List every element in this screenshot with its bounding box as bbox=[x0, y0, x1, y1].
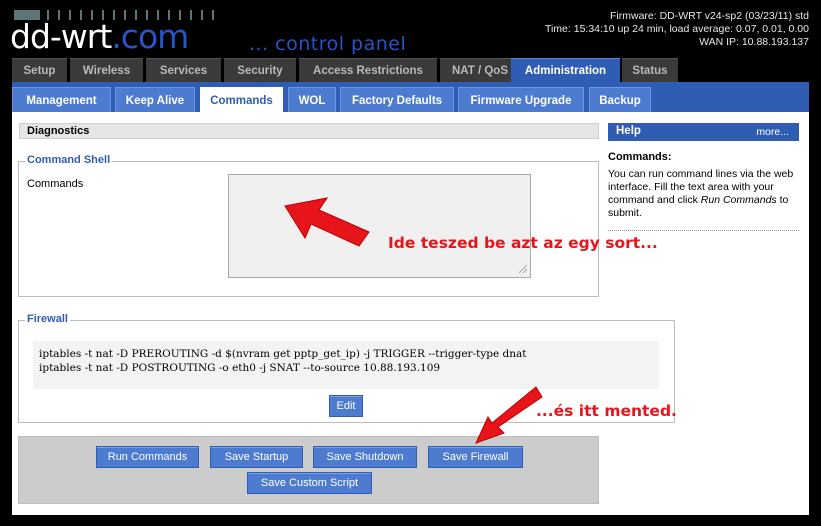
uptime-info: Time: 15:34:10 up 24 min, load average: … bbox=[544, 23, 809, 35]
help-more-link[interactable]: more... bbox=[756, 126, 789, 138]
subtab-management[interactable]: Management bbox=[12, 87, 111, 113]
tab-nat-qos[interactable]: NAT / QoS bbox=[440, 58, 520, 82]
red-arrow-icon bbox=[475, 386, 543, 444]
system-info: Firmware: DD-WRT v24-sp2 (03/23/11) std … bbox=[545, 10, 809, 49]
commands-label: Commands bbox=[27, 178, 84, 190]
logo-main-text: dd-wrt bbox=[10, 17, 112, 56]
red-arrow-icon bbox=[284, 197, 370, 247]
help-title: Help bbox=[616, 125, 641, 137]
header: dd-wrt.com ... control panel Firmware: D… bbox=[0, 0, 821, 56]
edit-button[interactable]: Edit bbox=[329, 395, 363, 417]
section-title-diagnostics: Diagnostics bbox=[19, 123, 599, 139]
wan-ip-info: WAN IP: 10.88.193.137 bbox=[699, 36, 809, 48]
textarea-resize-grip[interactable] bbox=[519, 265, 527, 273]
help-divider bbox=[608, 230, 799, 231]
save-custom-script-button[interactable]: Save Custom Script bbox=[247, 472, 372, 494]
subtab-wol[interactable]: WOL bbox=[288, 87, 336, 113]
tab-wireless[interactable]: Wireless bbox=[70, 58, 143, 82]
annotation-text-2: ...és itt mented. bbox=[536, 402, 677, 420]
firewall-line: iptables -t nat -D POSTROUTING -o eth0 -… bbox=[39, 362, 441, 374]
tab-administration[interactable]: Administration bbox=[511, 58, 620, 84]
command-shell-legend: Command Shell bbox=[25, 154, 113, 166]
save-firewall-button[interactable]: Save Firewall bbox=[428, 446, 523, 468]
button-bar: Run Commands Save Startup Save Shutdown … bbox=[18, 436, 599, 504]
content-area: Diagnostics Command Shell Commands Firew… bbox=[12, 112, 809, 515]
firewall-script: iptables -t nat -D PREROUTING -d $(nvram… bbox=[33, 341, 659, 389]
subtab-firmware-upgrade[interactable]: Firmware Upgrade bbox=[458, 87, 584, 113]
run-commands-button[interactable]: Run Commands bbox=[96, 446, 199, 468]
help-subtitle: Commands: bbox=[608, 151, 672, 163]
logo-subtitle: ... control panel bbox=[249, 33, 407, 55]
subtab-commands[interactable]: Commands bbox=[200, 87, 283, 113]
logo-dotcom-text: .com bbox=[111, 17, 189, 56]
firewall-line: iptables -t nat -D PREROUTING -d $(nvram… bbox=[39, 348, 527, 360]
tab-access-restrictions[interactable]: Access Restrictions bbox=[299, 58, 437, 82]
logo: dd-wrt.com bbox=[10, 17, 189, 56]
help-text-emphasis: Run Commands bbox=[700, 194, 777, 206]
annotation-text-1: Ide teszed be azt az egy sort... bbox=[388, 234, 658, 252]
commands-textarea[interactable] bbox=[228, 174, 531, 278]
firmware-info: Firmware: DD-WRT v24-sp2 (03/23/11) std bbox=[610, 10, 809, 22]
tab-setup[interactable]: Setup bbox=[12, 58, 67, 82]
tab-status[interactable]: Status bbox=[622, 58, 678, 82]
save-shutdown-button[interactable]: Save Shutdown bbox=[313, 446, 417, 468]
firewall-legend: Firewall bbox=[25, 313, 70, 325]
save-startup-button[interactable]: Save Startup bbox=[210, 446, 303, 468]
help-header: Help more... bbox=[608, 123, 799, 141]
subtab-keep-alive[interactable]: Keep Alive bbox=[115, 87, 195, 113]
tab-services[interactable]: Services bbox=[146, 58, 221, 82]
help-text: You can run command lines via the web in… bbox=[608, 168, 800, 220]
tab-security[interactable]: Security bbox=[224, 58, 296, 82]
subtab-factory-defaults[interactable]: Factory Defaults bbox=[340, 87, 454, 113]
subtab-backup[interactable]: Backup bbox=[589, 87, 651, 113]
